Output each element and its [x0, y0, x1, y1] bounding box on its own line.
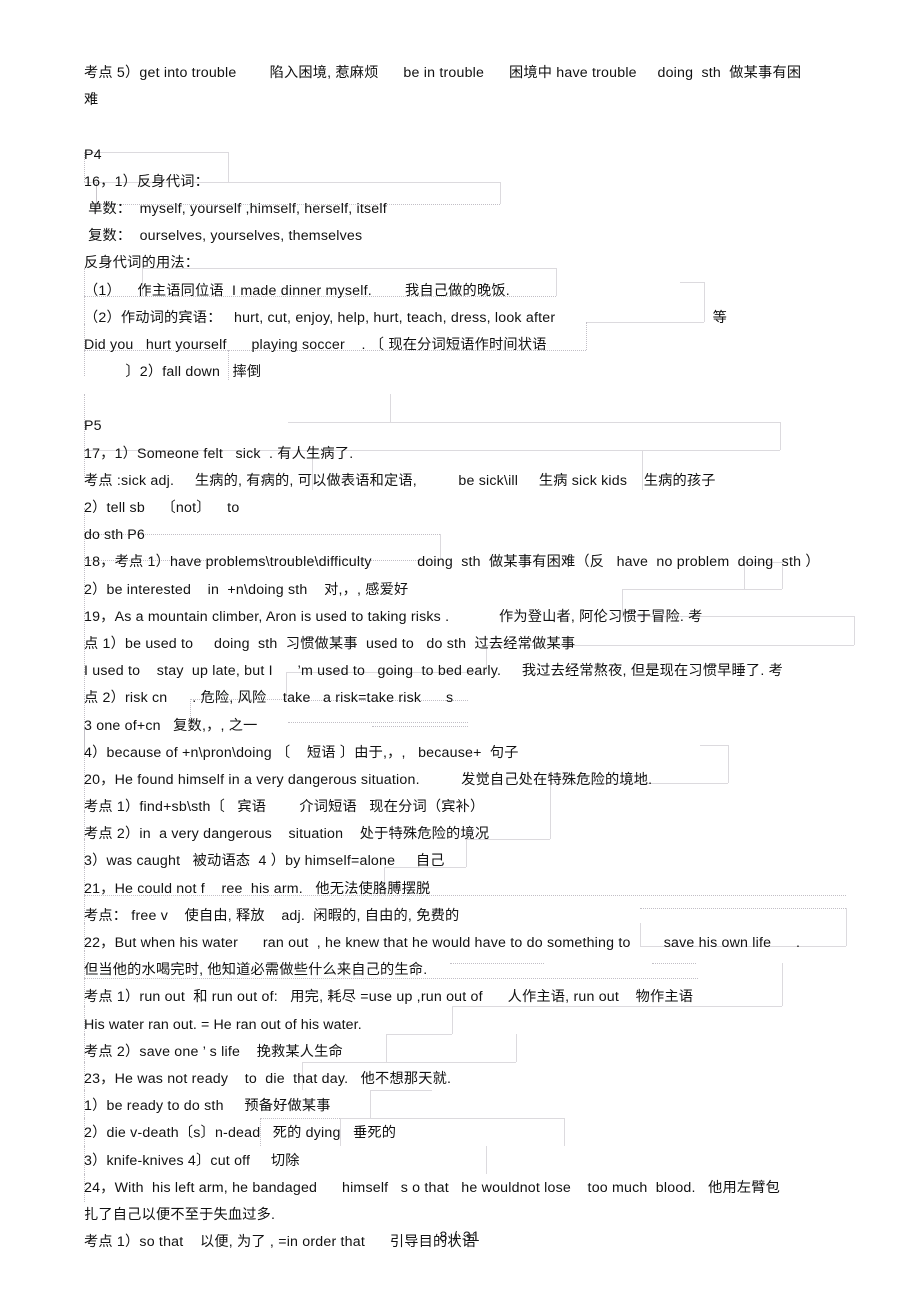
document-body: 考点 5）get into trouble 陷入困境, 惹麻烦 be in tr…: [84, 60, 856, 1256]
doc-line: [84, 114, 856, 141]
doc-line: 3 one of+cn 复数,，, 之一: [84, 717, 258, 734]
document-page: 考点 5）get into trouble 陷入困境, 惹麻烦 be in tr…: [0, 0, 920, 1303]
doc-line: 17，1）Someone felt sick . 有人生病了.: [84, 445, 354, 462]
doc-line: （1） 作主语同位语 I made dinner myself. 我自己做的晚饭…: [84, 282, 510, 299]
doc-line: 单数： myself, yourself ,himself, herself, …: [84, 200, 387, 217]
doc-line: 23，He was not ready to die that day. 他不想…: [84, 1070, 452, 1087]
doc-line: 考点 2）save one ’ s life 挽救某人生命: [84, 1043, 343, 1060]
doc-line: 但当他的水喝完时, 他知道必需做些什么来自己的生命.: [84, 962, 428, 979]
doc-line: 2）tell sb 〔not〕 to: [84, 500, 240, 516]
doc-line: 3）knife-knives 4〕cut off 切除: [84, 1152, 300, 1169]
doc-line: 考点 :sick adj. 生病的, 有病的, 可以做表语和定语, be sic…: [84, 472, 716, 489]
doc-line: 2）die v-death〔s〕n-dead 死的 dying 垂死的: [84, 1125, 397, 1142]
doc-line: 反身代词的用法：: [84, 255, 200, 272]
doc-line: P5: [84, 418, 102, 435]
doc-line: 19，As a mountain climber, Aron is used t…: [84, 608, 703, 625]
doc-line: 复数： ourselves, yourselves, themselves: [84, 228, 363, 245]
doc-line: 1）be ready to do sth 预备好做某事: [84, 1098, 331, 1115]
doc-line: 3）was caught 被动语态 4 ）by himself=alone 自己: [84, 853, 445, 870]
doc-line: 考点： free v 使自由, 释放 adj. 闲暇的, 自由的, 免费的: [84, 907, 460, 924]
doc-line: 点 2）risk cn . 危险, 风险 take a risk=take ri…: [84, 690, 454, 707]
page-number: 3 / 31: [439, 1228, 481, 1244]
doc-line: 考点 1）run out 和 run out of: 用完, 耗尽 =use u…: [84, 989, 694, 1006]
doc-line: 24，With his left arm, he bandaged himsel…: [84, 1179, 781, 1196]
doc-line: 考点 2）in a very dangerous situation 处于特殊危…: [84, 826, 490, 843]
doc-line: 〕2）fall down 摔倒: [84, 364, 262, 381]
doc-line: 21，He could not f ree his arm. 他无法使胳膊摆脱: [84, 880, 431, 897]
doc-line: Did you hurt yourself playing soccer . 〔…: [84, 336, 547, 353]
doc-line: I used to stay up late, but I ’m used to…: [84, 663, 783, 680]
doc-line: P4: [84, 146, 102, 163]
doc-line: [84, 386, 856, 413]
doc-line: 16，1）反身代词：: [84, 173, 209, 190]
doc-line: 2）be interested in +n\doing sth 对,，, 感爱好: [84, 581, 409, 598]
doc-line: 20，He found himself in a very dangerous …: [84, 771, 653, 788]
doc-line: do sth P6: [84, 527, 145, 544]
doc-line: （2）作动词的宾语： hurt, cut, enjoy, help, hurt,…: [84, 309, 728, 326]
doc-line: 点 1）be used to doing sth 习惯做某事 used to d…: [84, 635, 576, 652]
doc-line: 难: [84, 92, 99, 109]
doc-line: 考点 1）find+sb\sth〔 宾语 介词短语 现在分词（宾补）: [84, 799, 485, 816]
doc-line: 4）because of +n\pron\doing 〔 短语 〕由于,，, b…: [84, 744, 519, 761]
doc-line: 18，考点 1）have problems\trouble\difficulty…: [84, 554, 820, 571]
doc-line: 扎了自己以便不至于失血过多.: [84, 1206, 276, 1223]
doc-line: 22，But when his water ran out , he knew …: [84, 935, 801, 951]
doc-line: 考点 5）get into trouble 陷入困境, 惹麻烦 be in tr…: [84, 65, 802, 81]
doc-line: His water ran out. = He ran out of his w…: [84, 1016, 362, 1033]
